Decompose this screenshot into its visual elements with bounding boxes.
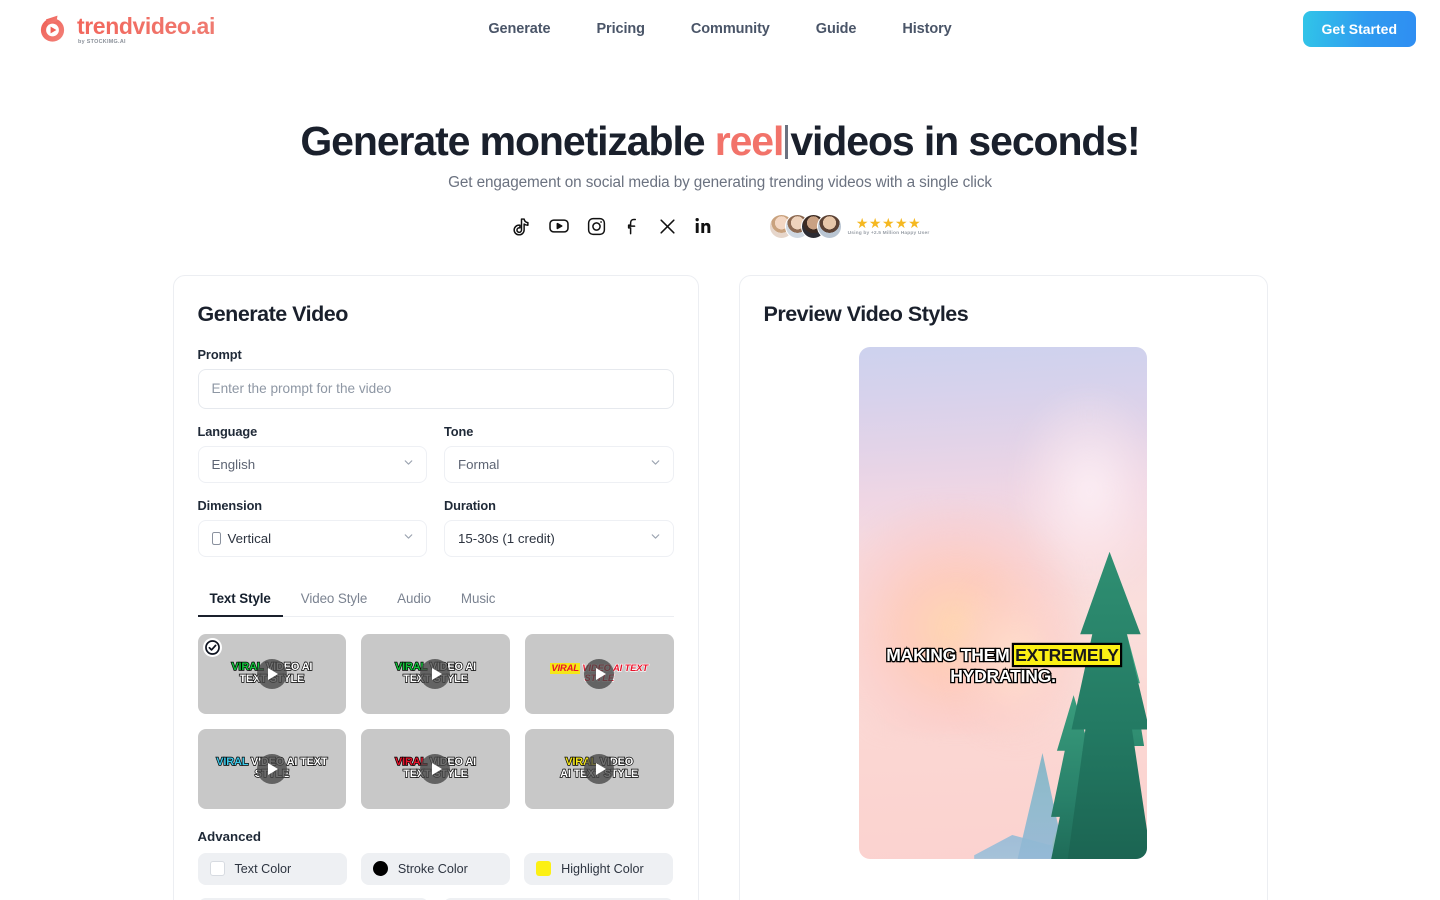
chevron-down-icon	[649, 530, 662, 546]
generate-video-panel: Generate Video Prompt Language English T…	[172, 274, 699, 900]
chevron-down-icon	[402, 456, 415, 472]
style-tabs: Text Style Video Style Audio Music	[197, 583, 674, 617]
dimension-select[interactable]: Vertical	[197, 519, 427, 557]
highlight-color-swatch	[536, 861, 552, 877]
language-label: Language	[197, 423, 258, 439]
play-icon[interactable]	[420, 753, 451, 784]
duration-value: 15-30s (1 credit)	[458, 530, 555, 546]
duration-select[interactable]: 15-30s (1 credit)	[444, 519, 674, 557]
prompt-label: Prompt	[197, 346, 242, 362]
dimension-field: Dimension Vertical	[197, 497, 427, 557]
typing-caret	[785, 125, 789, 159]
star-rating-icon: ★★★★★	[855, 215, 922, 232]
style-card-4[interactable]: VIRAL VIDEO AI TEXT STYLE	[197, 728, 347, 809]
main-content: Generate Video Prompt Language English T…	[0, 274, 1440, 900]
chevron-down-icon	[649, 456, 662, 472]
language-value: English	[211, 456, 256, 472]
rating-caption: Using by +2.5 Million Happy User	[847, 231, 930, 237]
play-icon[interactable]	[584, 753, 615, 784]
hero-section: Generate monetizable reel videos in secon…	[0, 118, 1440, 239]
social-row: ★★★★★ Using by +2.5 Million Happy User	[0, 213, 1440, 239]
nav-item-guide[interactable]: Guide	[816, 21, 857, 37]
nav-item-pricing[interactable]: Pricing	[596, 21, 645, 37]
style-card-5[interactable]: VIRAL VIDEO AI TEXT STYLE	[361, 728, 510, 809]
dimension-duration-row: Dimension Vertical Duration 15-30s (1 cr…	[197, 497, 674, 557]
page-title: Generate monetizable reel videos in secon…	[0, 118, 1440, 165]
style-card-2[interactable]: VIRAL VIDEO AI TEXT STYLE	[361, 633, 510, 714]
highlight-color-label: Highlight Color	[561, 861, 644, 876]
caption-text-before: MAKING THEM	[885, 644, 1015, 667]
logo-subtitle: by STOCKIMG.AI	[78, 39, 126, 46]
play-icon[interactable]	[256, 753, 287, 784]
tone-select[interactable]: Formal	[444, 445, 674, 483]
facebook-icon[interactable]	[623, 216, 642, 237]
advanced-colors-row: Text Color Stroke Color Highlight Color	[197, 852, 674, 885]
main-nav: Generate Pricing Community Guide History	[488, 21, 951, 37]
nav-item-community[interactable]: Community	[691, 21, 770, 37]
tab-text-style[interactable]: Text Style	[197, 583, 283, 617]
nav-item-generate[interactable]: Generate	[488, 21, 550, 37]
logo[interactable]: trendvideo.ai by STOCKIMG.AI	[24, 11, 215, 45]
chevron-down-icon	[402, 530, 415, 546]
tab-audio[interactable]: Audio	[385, 583, 443, 616]
language-select[interactable]: English	[197, 445, 427, 483]
caption-text-line2: HYDRATING.	[949, 664, 1057, 687]
play-icon[interactable]	[584, 658, 615, 689]
duration-field: Duration 15-30s (1 credit)	[444, 498, 674, 557]
tab-video-style[interactable]: Video Style	[289, 583, 379, 616]
instagram-icon[interactable]	[586, 216, 607, 237]
site-header: trendvideo.ai by STOCKIMG.AI Generate Pr…	[0, 0, 1440, 57]
hero-title-accent: reel	[714, 118, 785, 164]
avatar-group	[768, 213, 842, 239]
x-icon[interactable]	[658, 217, 677, 236]
phone-vertical-icon	[211, 531, 221, 545]
caption-highlight: EXTREMELY	[1014, 644, 1120, 665]
youtube-icon[interactable]	[548, 215, 570, 237]
social-proof-badge: ★★★★★ Using by +2.5 Million Happy User	[768, 213, 930, 239]
rating-column: ★★★★★ Using by +2.5 Million Happy User	[848, 216, 930, 236]
text-color-label: Text Color	[234, 861, 292, 876]
get-started-button[interactable]: Get Started	[1302, 10, 1416, 47]
highlight-color-picker[interactable]: Highlight Color	[524, 852, 674, 885]
hero-title-after: videos in seconds!	[790, 118, 1140, 164]
stroke-color-picker[interactable]: Stroke Color	[360, 852, 511, 885]
video-preview[interactable]: MAKING THEM EXTREMELY HYDRATING.	[859, 346, 1147, 859]
generate-panel-title: Generate Video	[197, 301, 349, 326]
preview-panel-title: Preview Video Styles	[763, 301, 969, 326]
language-tone-row: Language English Tone Formal	[197, 423, 674, 483]
dimension-value: Vertical	[227, 530, 272, 546]
tone-value: Formal	[458, 456, 500, 472]
language-field: Language English	[197, 423, 427, 483]
text-color-picker[interactable]: Text Color	[197, 852, 347, 885]
tone-field: Tone Formal	[444, 424, 674, 483]
logo-text: trendvideo.ai	[77, 13, 215, 40]
social-icon-list	[511, 215, 713, 237]
stroke-color-swatch	[372, 861, 388, 877]
video-caption: MAKING THEM EXTREMELY HYDRATING.	[859, 644, 1147, 687]
avatar	[816, 213, 842, 239]
play-icon[interactable]	[420, 658, 451, 689]
check-circle-icon	[202, 637, 222, 657]
duration-label: Duration	[444, 497, 496, 513]
prompt-input[interactable]	[197, 368, 674, 409]
text-color-swatch	[209, 861, 225, 877]
preview-stage: MAKING THEM EXTREMELY HYDRATING.	[764, 346, 1243, 859]
tone-label: Tone	[444, 423, 474, 439]
linkedin-icon[interactable]	[693, 216, 713, 236]
advanced-label: Advanced	[197, 828, 262, 844]
dimension-label: Dimension	[197, 497, 263, 513]
text-style-grid: VIRAL VIDEO AI TEXT STYLE VIRAL VIDEO AI…	[197, 633, 674, 809]
hero-subtitle: Get engagement on social media by genera…	[448, 173, 992, 191]
tab-music[interactable]: Music	[449, 583, 507, 616]
style-card-6[interactable]: VIRAL VIDEO AI TEXT STYLE	[524, 728, 674, 809]
logo-mark-icon	[37, 13, 68, 44]
style-card-3[interactable]: VIRAL VIDEO AI TEXT STYLE	[524, 633, 674, 714]
preview-panel: Preview Video Styles MAKING THEM EXTREME…	[738, 274, 1268, 900]
nav-item-history[interactable]: History	[902, 21, 951, 37]
tiktok-icon[interactable]	[511, 216, 532, 237]
stroke-color-label: Stroke Color	[397, 861, 468, 876]
style-card-1[interactable]: VIRAL VIDEO AI TEXT STYLE	[197, 633, 347, 714]
play-icon[interactable]	[256, 658, 287, 689]
hero-title-before: Generate monetizable	[300, 118, 715, 164]
